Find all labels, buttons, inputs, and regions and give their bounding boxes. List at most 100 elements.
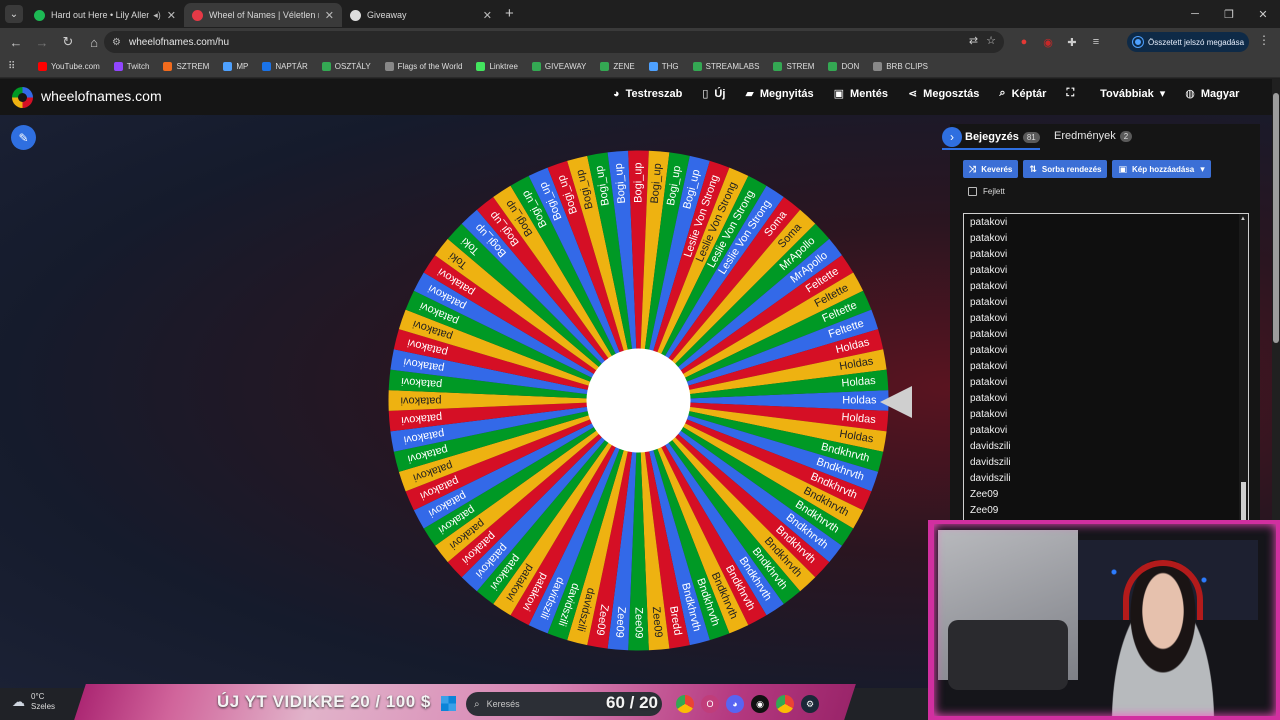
weather-widget[interactable]: ☁ 0°C Szeles bbox=[12, 692, 55, 712]
bookmark-item[interactable]: GIVEAWAY bbox=[531, 62, 586, 71]
entries-textarea[interactable]: patakovi patakovi patakovi patakovi patakovi… bbox=[963, 213, 1249, 523]
globe-icon: ◍ bbox=[1185, 88, 1195, 100]
entry-line: davidszili bbox=[970, 441, 1011, 452]
bookmark-item[interactable]: Twitch bbox=[113, 62, 149, 71]
advanced-checkbox[interactable]: Fejlett bbox=[968, 187, 1005, 196]
bookmark-item[interactable]: YouTube.com bbox=[38, 62, 100, 71]
extension-shield-icon[interactable]: ◉ bbox=[1039, 33, 1057, 51]
address-bar[interactable]: ⚙ wheelofnames.com/hu ⇄ ☆ bbox=[104, 31, 1004, 53]
results-count-badge: 2 bbox=[1119, 130, 1133, 142]
chevron-down-icon: ▾ bbox=[1159, 88, 1166, 100]
entry-line: patakovi bbox=[970, 233, 1008, 244]
reading-list-icon[interactable]: ≡ bbox=[1087, 33, 1105, 51]
github-icon bbox=[350, 9, 361, 21]
bookmark-item[interactable]: DON bbox=[828, 62, 859, 71]
close-tab-icon[interactable]: ✕ bbox=[325, 9, 334, 22]
close-tab-icon[interactable]: ✕ bbox=[167, 9, 176, 22]
checkbox-icon[interactable] bbox=[968, 187, 977, 196]
steam-icon[interactable]: ⚙ bbox=[801, 695, 819, 713]
bookmark-item[interactable]: SZTREM bbox=[163, 62, 209, 71]
add-image-button[interactable]: ▣ Kép hozzáadása ▾ bbox=[1112, 160, 1211, 178]
edit-pencil-icon[interactable]: ✎ bbox=[11, 125, 36, 150]
extension-red-icon[interactable]: ● bbox=[1015, 33, 1033, 51]
menu-ments[interactable]: ▣ Mentés bbox=[834, 87, 888, 101]
menu-j[interactable]: ▯ Új bbox=[702, 87, 725, 101]
reload-icon[interactable]: ↻ bbox=[56, 30, 80, 54]
page-scrollbar-thumb[interactable] bbox=[1273, 93, 1279, 343]
search-icon: ⌕ bbox=[999, 87, 1006, 99]
discord-icon[interactable]: ◕ bbox=[726, 695, 744, 713]
bookmark-icon bbox=[223, 62, 233, 71]
menu-fullscreen[interactable]: ⛶ bbox=[1066, 87, 1080, 100]
bookmark-item[interactable]: STREM bbox=[773, 62, 814, 71]
new-tab-icon[interactable]: + bbox=[505, 5, 514, 22]
tab-entries[interactable]: › Bejegyzés 81 bbox=[942, 126, 1040, 148]
opera-icon[interactable]: O bbox=[701, 695, 719, 713]
menu-magyar[interactable]: ◍ Magyar bbox=[1185, 87, 1239, 101]
entries-count-badge: 81 bbox=[1022, 131, 1040, 143]
wheel-pointer-icon bbox=[880, 386, 912, 418]
wheel-of-names[interactable]: HoldasHoldasHoldasBndkhrvthBndkhrvthBndk… bbox=[386, 148, 891, 653]
bookmark-item[interactable]: MP bbox=[223, 62, 248, 71]
apps-grid-icon[interactable]: ⠿ bbox=[8, 61, 22, 72]
back-icon[interactable]: ← bbox=[4, 30, 28, 54]
bookmark-item[interactable]: OSZTÁLY bbox=[321, 62, 371, 71]
bookmark-item[interactable]: NAPTÁR bbox=[262, 62, 308, 71]
bookmark-item[interactable]: ZENE bbox=[600, 62, 635, 71]
wheel-segment-label: Zee09 bbox=[613, 606, 628, 638]
search-icon: ⌕ bbox=[474, 698, 480, 710]
shuffle-button[interactable]: ⤨ Keverés bbox=[963, 160, 1019, 178]
bookmark-item[interactable]: Linktree bbox=[476, 62, 518, 71]
translate-icon[interactable]: ⇄ bbox=[969, 34, 978, 47]
tab-lily-allen[interactable]: Hard out Here • Lily Allen ◂) ✕ bbox=[26, 3, 184, 27]
menu-kebab-icon[interactable]: ⋮ bbox=[1258, 33, 1270, 47]
bookmark-item[interactable]: THG bbox=[648, 62, 679, 71]
speaker-icon[interactable]: ◂) bbox=[153, 10, 161, 21]
scroll-up-icon[interactable]: ▲ bbox=[1240, 216, 1246, 222]
entries-scroll-thumb[interactable] bbox=[1241, 482, 1246, 520]
site-menu: ◕ Testreszab ▯ Új ▰ Megnyitás ▣ Mentés ⋖ Megosztá… bbox=[613, 87, 1239, 100]
tab-results[interactable]: Eredmények 2 bbox=[1054, 130, 1133, 142]
entry-line: davidszili bbox=[970, 473, 1011, 484]
site-logo[interactable]: wheelofnames.com bbox=[41, 88, 162, 104]
obs-icon[interactable]: ◉ bbox=[751, 695, 769, 713]
menu-megoszts[interactable]: ⋖ Megosztás bbox=[908, 87, 979, 101]
extensions-puzzle-icon[interactable]: ✚ bbox=[1063, 33, 1081, 51]
chrome-icon[interactable] bbox=[676, 695, 694, 713]
windows-start-icon[interactable] bbox=[441, 696, 456, 711]
password-prompt-button[interactable]: Összetett jelszó megadása bbox=[1127, 32, 1249, 52]
wheel-center-hub[interactable] bbox=[586, 348, 691, 453]
entry-line: patakovi bbox=[970, 377, 1008, 388]
sort-button[interactable]: ⇅ Sorba rendezés bbox=[1023, 160, 1108, 178]
entry-line: davidszili bbox=[970, 457, 1011, 468]
close-window-icon[interactable]: ✕ bbox=[1246, 0, 1280, 28]
tab-strip: ⌄ Hard out Here • Lily Allen ◂) ✕ Wheel … bbox=[0, 0, 1280, 28]
window-controls: ─ ❐ ✕ bbox=[1178, 0, 1280, 28]
entry-line: patakovi bbox=[970, 425, 1008, 436]
home-icon[interactable]: ⌂ bbox=[82, 30, 106, 54]
taskbar-apps: O ◕ ◉ ⚙ bbox=[676, 695, 819, 713]
star-icon[interactable]: ☆ bbox=[986, 34, 996, 47]
minimize-icon[interactable]: ─ bbox=[1178, 0, 1212, 28]
site-info-icon[interactable]: ⚙ bbox=[112, 37, 121, 48]
bookmark-item[interactable]: STREAMLABS bbox=[692, 62, 759, 71]
tab-giveaway[interactable]: Giveaway ✕ bbox=[342, 3, 500, 27]
menu-tovbbiak[interactable]: Továbbiak ▾ bbox=[1100, 87, 1166, 101]
forward-icon[interactable]: → bbox=[30, 30, 54, 54]
collapse-panel-icon[interactable]: › bbox=[942, 127, 962, 147]
overlay-counter: 60 / 20 bbox=[606, 693, 658, 712]
maximize-icon[interactable]: ❐ bbox=[1212, 0, 1246, 28]
bookmark-item[interactable]: Flags of the World bbox=[384, 62, 462, 71]
menu-megnyits[interactable]: ▰ Megnyitás bbox=[745, 87, 813, 101]
webcam-frame bbox=[928, 520, 1280, 720]
menu-testreszab[interactable]: ◕ Testreszab bbox=[613, 87, 682, 100]
bookmark-item[interactable]: BRB CLIPS bbox=[873, 62, 928, 71]
wheel-logo-icon[interactable] bbox=[12, 87, 33, 108]
chrome-profile-icon[interactable] bbox=[776, 695, 794, 713]
close-tab-icon[interactable]: ✕ bbox=[483, 9, 492, 22]
tab-search-icon[interactable]: ⌄ bbox=[5, 5, 23, 23]
menu-kptr[interactable]: ⌕ Képtár bbox=[999, 87, 1046, 100]
entry-line: patakovi bbox=[970, 249, 1008, 260]
entries-scrollbar[interactable]: ▲ bbox=[1239, 214, 1248, 523]
tab-wheel-of-names[interactable]: Wheel of Names | Véletlen név... ✕ bbox=[184, 3, 342, 27]
